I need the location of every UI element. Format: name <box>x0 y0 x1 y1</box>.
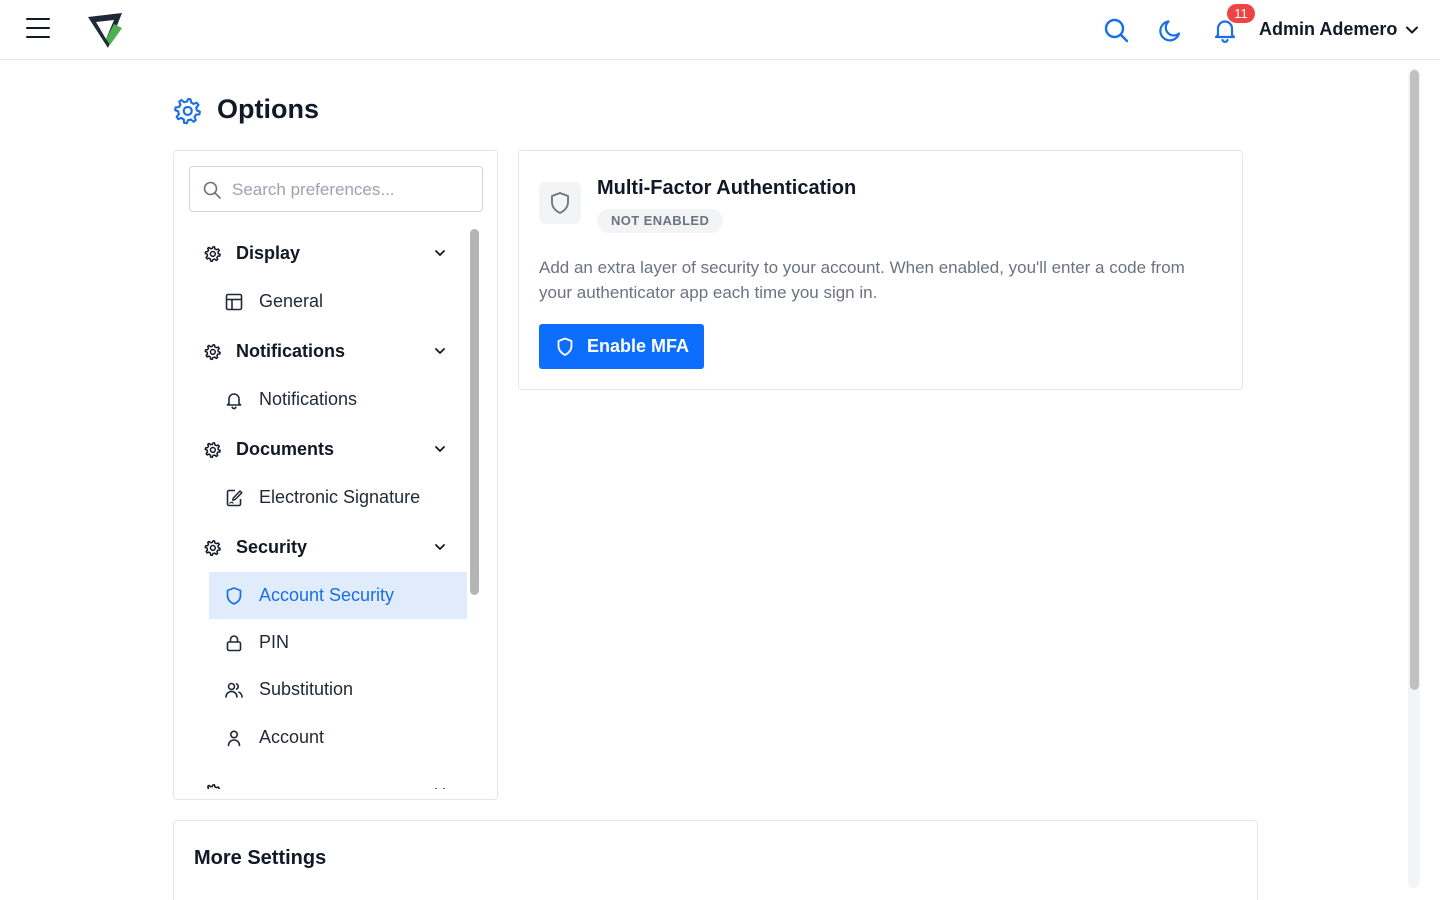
nav-group-label: Notifications <box>236 341 346 361</box>
nav-group-partial[interactable] <box>194 771 459 789</box>
nav-item-general[interactable]: General <box>209 278 467 325</box>
shield-icon <box>557 337 573 356</box>
gear-icon <box>206 784 221 789</box>
logo[interactable] <box>84 8 128 52</box>
nav-group-label: Security <box>236 537 308 557</box>
nav-group-security[interactable]: Security <box>194 527 459 567</box>
nav-item-electronic-signature[interactable]: Electronic Signature <box>209 474 467 521</box>
mfa-card: Multi-Factor Authentication NOT ENABLED … <box>518 150 1243 390</box>
moon-icon[interactable] <box>1157 16 1185 44</box>
gear-icon <box>204 344 221 361</box>
nav-group-display[interactable]: Display <box>194 233 459 273</box>
mfa-description: Add an extra layer of security to your a… <box>539 258 1185 302</box>
nav-group-label: Documents <box>236 439 335 459</box>
nav-item-label: Substitution <box>259 679 354 699</box>
nav-item-pin[interactable]: PIN <box>209 619 467 666</box>
chevron-down-icon <box>435 446 445 452</box>
gear-icon <box>204 442 221 459</box>
status-badge: NOT ENABLED <box>597 209 724 233</box>
layout-icon <box>225 293 243 311</box>
user-menu-name[interactable]: Admin Ademero <box>1259 19 1397 40</box>
nav-item-substitution[interactable]: Substitution <box>209 666 467 713</box>
mfa-title: Multi-Factor Authentication <box>597 177 857 199</box>
page-scrollbar-thumb[interactable] <box>1410 70 1419 690</box>
shield-icon <box>226 587 242 605</box>
shield-icon <box>551 192 569 214</box>
nav-scrollbar-thumb[interactable] <box>470 229 479 595</box>
nav-item-label: Notifications <box>259 389 358 409</box>
top-bar: 11 Admin Ademero <box>0 0 1440 60</box>
notification-count-badge: 11 <box>1227 4 1255 23</box>
nav-item-notifications[interactable]: Notifications <box>209 376 467 423</box>
nav-group-documents[interactable]: Documents <box>194 429 459 469</box>
gear-icon <box>204 540 221 557</box>
enable-mfa-label: Enable MFA <box>587 336 690 356</box>
mfa-icon-container <box>539 182 581 224</box>
gear-icon <box>174 98 201 125</box>
user-icon <box>227 730 241 747</box>
chevron-down-icon[interactable] <box>1402 20 1422 40</box>
page-title: Options <box>217 94 319 124</box>
search-preferences-input[interactable] <box>232 177 472 203</box>
chevron-down-icon <box>435 788 445 789</box>
chevron-down-icon <box>435 544 445 550</box>
search-icon[interactable] <box>1102 16 1130 44</box>
nav-item-label: PIN <box>259 632 290 652</box>
more-settings-title: More Settings <box>194 847 327 869</box>
nav-item-account-security[interactable]: Account Security <box>209 572 467 619</box>
menu-icon[interactable] <box>24 18 52 42</box>
nav-item-account[interactable]: Account <box>209 714 467 761</box>
nav-item-label: Electronic Signature <box>259 487 421 507</box>
users-icon <box>225 682 243 698</box>
chevron-down-icon <box>435 348 445 354</box>
preferences-search[interactable] <box>189 166 483 212</box>
nav-group-label: Display <box>236 243 301 263</box>
gear-icon <box>204 246 221 263</box>
lock-icon <box>226 635 242 652</box>
nav-group-notifications[interactable]: Notifications <box>194 331 459 371</box>
search-icon <box>203 181 221 199</box>
preferences-nav-panel: Display General Notifications <box>173 150 498 800</box>
nav-item-label: Account <box>259 727 325 747</box>
more-settings-card: More Settings <box>173 820 1258 900</box>
nav-item-label: General <box>259 291 324 311</box>
chevron-down-icon <box>435 250 445 256</box>
nav-item-label: Account Security <box>259 585 395 605</box>
bell-icon <box>226 393 242 410</box>
signature-icon <box>226 489 243 507</box>
enable-mfa-button[interactable]: Enable MFA <box>539 324 704 369</box>
preferences-nav-list: Display General Notifications Notificati… <box>174 229 469 789</box>
